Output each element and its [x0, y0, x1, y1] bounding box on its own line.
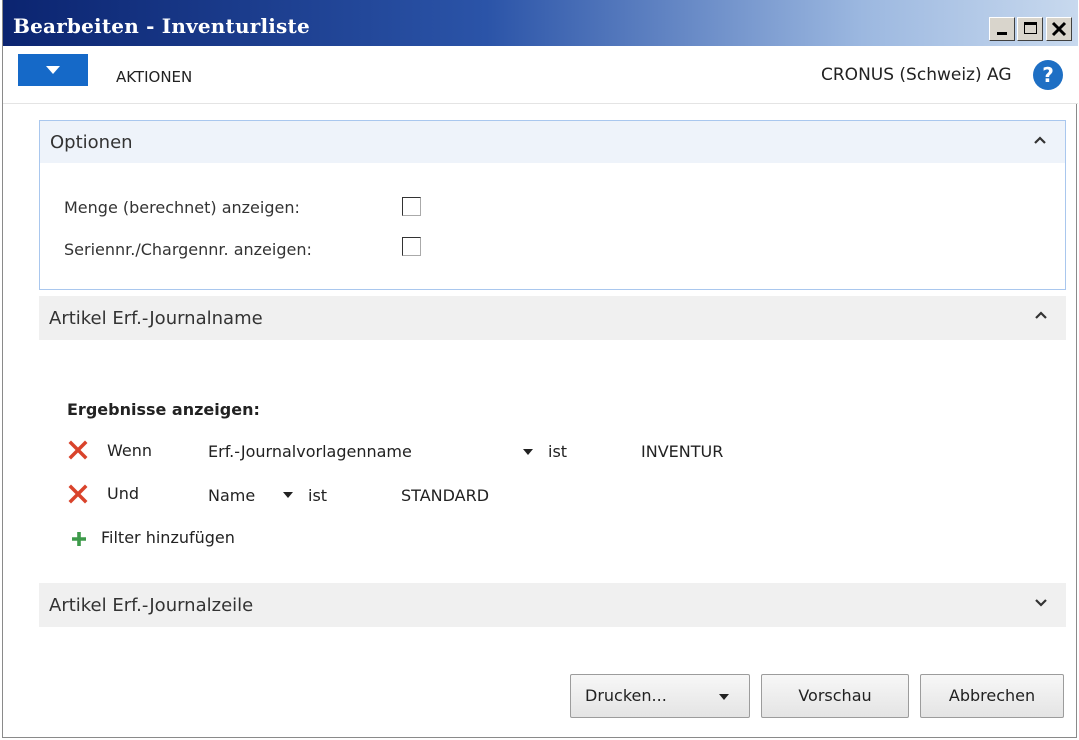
filter-conjunction: Wenn [107, 441, 153, 460]
filter-operator: ist [308, 486, 328, 505]
close-button[interactable] [1046, 17, 1072, 41]
close-icon [1051, 21, 1067, 37]
dialog-window: Bearbeiten - Inventurliste AKTIONEN CRON… [2, 0, 1078, 738]
filter-field[interactable]: Name [208, 486, 255, 505]
journal-name-header[interactable]: Artikel Erf.-Journalname [39, 296, 1066, 340]
action-bar: AKTIONEN CRONUS (Schweiz) AG ? [3, 46, 1078, 104]
add-filter-link[interactable]: Filter hinzufügen [101, 528, 235, 547]
filters-heading: Ergebnisse anzeigen: [67, 400, 260, 419]
options-header[interactable]: Optionen [40, 121, 1065, 163]
print-button-label: Drucken... [585, 686, 667, 705]
dropdown-caret-icon[interactable] [719, 694, 729, 700]
print-button[interactable]: Drucken... [570, 674, 750, 718]
filter-field[interactable]: Erf.-Journalvorlagenname [208, 442, 412, 461]
dropdown-caret-icon[interactable] [283, 492, 293, 498]
maximize-icon [1024, 22, 1037, 34]
menu-caret-icon [46, 66, 60, 74]
option-label-show-serial: Seriennr./Chargennr. anzeigen: [64, 240, 312, 259]
minimize-button[interactable] [989, 17, 1015, 41]
menu-button[interactable] [18, 54, 88, 86]
show-quantity-checkbox[interactable] [402, 197, 421, 216]
filter-operator: ist [548, 442, 568, 461]
show-serial-checkbox[interactable] [402, 237, 421, 256]
option-label-show-quantity: Menge (berechnet) anzeigen: [64, 198, 300, 217]
journal-name-title: Artikel Erf.-Journalname [49, 308, 263, 329]
filter-value[interactable]: INVENTUR [641, 442, 723, 461]
options-title: Optionen [50, 132, 133, 153]
chevron-up-icon[interactable] [1034, 310, 1048, 320]
chevron-down-icon[interactable] [1034, 597, 1048, 607]
window-title: Bearbeiten - Inventurliste [13, 14, 310, 38]
filter-value[interactable]: STANDARD [401, 486, 489, 505]
filter-conjunction: Und [107, 484, 140, 503]
actions-menu[interactable]: AKTIONEN [116, 68, 192, 86]
preview-button[interactable]: Vorschau [761, 674, 909, 718]
journal-line-title: Artikel Erf.-Journalzeile [49, 595, 254, 616]
dropdown-caret-icon[interactable] [523, 449, 533, 455]
journal-line-header[interactable]: Artikel Erf.-Journalzeile [39, 583, 1066, 627]
chevron-up-icon[interactable] [1033, 135, 1047, 145]
minimize-icon [997, 32, 1007, 35]
cancel-button[interactable]: Abbrechen [920, 674, 1064, 718]
remove-filter-icon[interactable] [68, 440, 88, 460]
options-panel: Optionen Menge (berechnet) anzeigen: Ser… [39, 120, 1066, 290]
title-bar: Bearbeiten - Inventurliste [3, 0, 1078, 46]
remove-filter-icon[interactable] [68, 484, 88, 504]
company-name: CRONUS (Schweiz) AG [821, 65, 1012, 85]
maximize-button[interactable] [1017, 17, 1043, 41]
add-filter-icon[interactable] [70, 530, 88, 548]
help-icon[interactable]: ? [1033, 60, 1063, 90]
